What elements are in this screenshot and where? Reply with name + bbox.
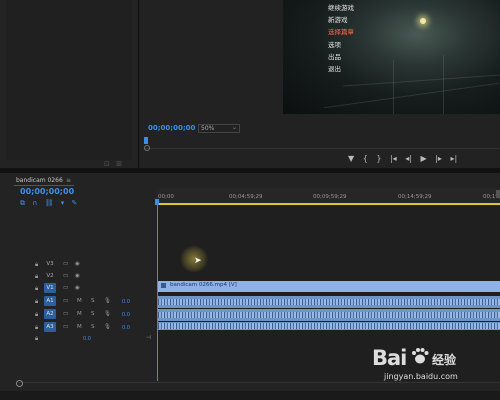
mark-in-icon[interactable]: { xyxy=(363,154,368,163)
game-menu-overlay: 继续游戏 新游戏 选择篇章 选项 出品 退出 xyxy=(328,2,354,75)
fx-badge-icon xyxy=(161,283,166,288)
program-zoom-handle[interactable] xyxy=(144,145,150,151)
waveform xyxy=(158,323,500,329)
chevron-down-icon[interactable]: ⌄ xyxy=(232,124,237,131)
lock-icon[interactable]: 🔒︎ xyxy=(35,298,38,306)
microphone-icon[interactable]: 🎙︎ xyxy=(104,311,111,317)
audio-clip-a3[interactable] xyxy=(158,322,500,330)
transport-controls: ▼ { } |◂ ◂| ▶ |▸ ▸| xyxy=(348,154,457,163)
step-forward-icon[interactable]: |▸ xyxy=(435,154,442,163)
audio-clip-a2[interactable] xyxy=(158,309,500,321)
audio-clip-a1[interactable] xyxy=(158,296,500,308)
menu-item-credits: 出品 xyxy=(328,52,341,61)
sequence-tab-menu-icon[interactable]: ≡ xyxy=(66,177,71,184)
work-area-bar[interactable] xyxy=(158,203,500,205)
menu-item-continue: 继续游戏 xyxy=(328,4,354,12)
status-bar xyxy=(0,391,500,400)
master-volume[interactable]: 0.0 xyxy=(83,336,91,342)
go-to-end-icon[interactable]: ⊣ xyxy=(146,335,151,341)
sync-lock-icon[interactable]: ▭ xyxy=(63,273,68,279)
waveform xyxy=(158,312,500,318)
track-label[interactable]: A3 xyxy=(44,322,56,332)
watermark-text: 经验 xyxy=(432,353,457,367)
master-track-header: 🔒︎ 0.0 ⊣ xyxy=(0,333,155,345)
program-time-ruler[interactable] xyxy=(145,138,500,149)
lock-icon[interactable]: 🔒︎ xyxy=(35,261,38,269)
paw-icon xyxy=(412,348,429,364)
ruler-scroll-edge[interactable] xyxy=(496,190,500,198)
mouse-cursor-icon: ➤ xyxy=(194,256,202,266)
marker-icon[interactable]: ▼ xyxy=(348,154,354,163)
go-to-in-icon[interactable]: |◂ xyxy=(390,154,397,163)
sync-lock-icon[interactable]: ▭ xyxy=(63,324,68,330)
lock-icon[interactable]: 🔒︎ xyxy=(35,324,38,332)
step-back-icon[interactable]: ◂| xyxy=(405,154,412,163)
add-marker-icon[interactable]: ▾ xyxy=(61,199,65,207)
source-monitor-viewer xyxy=(6,0,132,160)
track-header-a1: 🔒︎ A1 ▭ M S 🎙︎ 0.0 xyxy=(0,295,155,308)
sync-lock-icon[interactable]: ▭ xyxy=(63,311,68,317)
track-volume[interactable]: 0.0 xyxy=(122,299,130,305)
watermark-url: jingyan.baidu.com xyxy=(384,372,458,381)
eye-icon[interactable]: ◉ xyxy=(75,285,80,291)
track-label[interactable]: V3 xyxy=(44,259,56,269)
program-playhead[interactable] xyxy=(144,137,148,144)
track-header-v1: 🔒︎ V1 ▭ ◉ xyxy=(0,282,155,295)
lock-icon[interactable]: 🔒︎ xyxy=(35,273,38,281)
sync-lock-icon[interactable]: ▭ xyxy=(63,261,68,267)
eye-icon[interactable]: ◉ xyxy=(75,261,80,267)
scrollbar-handle[interactable] xyxy=(16,380,23,387)
track-header-a2: 🔒︎ A2 ▭ M S 🎙︎ 0.0 xyxy=(0,308,155,321)
microphone-icon[interactable]: 🎙︎ xyxy=(104,298,111,304)
wrench-icon[interactable]: ✎ xyxy=(71,199,77,207)
program-timecode[interactable]: 00;00;00;00 xyxy=(148,124,195,132)
lantern-light xyxy=(420,18,426,24)
ruler-label: 00;09;59;29 xyxy=(313,194,347,200)
source-monitor-export-icons[interactable]: ⊡ ⊞ xyxy=(104,160,124,168)
timeline-playhead-line xyxy=(157,205,158,381)
sequence-tab[interactable]: bandicam 0266 xyxy=(16,177,63,184)
track-volume[interactable]: 0.0 xyxy=(122,325,130,331)
lock-icon[interactable]: 🔒︎ xyxy=(35,285,38,293)
eye-icon[interactable]: ◉ xyxy=(75,273,80,279)
microphone-icon[interactable]: 🎙︎ xyxy=(104,324,111,330)
lock-icon[interactable]: 🔒︎ xyxy=(35,335,38,343)
linked-selection-icon[interactable]: ⛓ xyxy=(45,199,54,207)
play-icon[interactable]: ▶ xyxy=(421,154,427,163)
menu-item-options: 选项 xyxy=(328,40,341,49)
mute-button[interactable]: M xyxy=(77,298,82,304)
solo-button[interactable]: S xyxy=(91,324,95,330)
waveform xyxy=(158,299,500,305)
solo-button[interactable]: S xyxy=(91,311,95,317)
timeline-scrollbar[interactable] xyxy=(18,382,500,390)
mute-button[interactable]: M xyxy=(77,311,82,317)
ruler-label: 00;14;59;29 xyxy=(398,194,432,200)
menu-item-quit: 退出 xyxy=(328,65,341,74)
track-label[interactable]: A2 xyxy=(44,309,56,319)
nest-icon[interactable]: ⧉ xyxy=(20,199,25,207)
track-label[interactable]: A1 xyxy=(44,296,56,306)
timeline-timecode[interactable]: 00;00;00;00 xyxy=(20,187,74,196)
mute-button[interactable]: M xyxy=(77,324,82,330)
track-volume[interactable]: 0.0 xyxy=(122,312,130,318)
solo-button[interactable]: S xyxy=(91,298,95,304)
menu-item-chapter-select: 选择篇章 xyxy=(328,28,354,37)
mark-out-icon[interactable]: } xyxy=(376,154,381,163)
watermark-logo: Bai xyxy=(372,346,407,370)
lock-icon[interactable]: 🔒︎ xyxy=(35,311,38,319)
sequence-tab-underline xyxy=(14,185,74,186)
track-label[interactable]: V1 xyxy=(44,283,56,293)
ruler-label: 00;04;59;29 xyxy=(229,194,263,200)
timeline-tools: ⧉ ∩ ⛓ ▾ ✎ xyxy=(20,199,77,208)
menu-item-new-game: 新游戏 xyxy=(328,16,348,25)
ruler-label: 00;00 xyxy=(158,194,174,200)
sync-lock-icon[interactable]: ▭ xyxy=(63,285,68,291)
sync-lock-icon[interactable]: ▭ xyxy=(63,298,68,304)
track-label[interactable]: V2 xyxy=(44,271,56,281)
video-clip-label: bandicam 0266.mp4 [V] xyxy=(170,282,237,288)
go-to-out-icon[interactable]: ▸| xyxy=(450,154,457,163)
program-video-frame xyxy=(283,0,500,114)
snap-icon[interactable]: ∩ xyxy=(32,199,37,207)
